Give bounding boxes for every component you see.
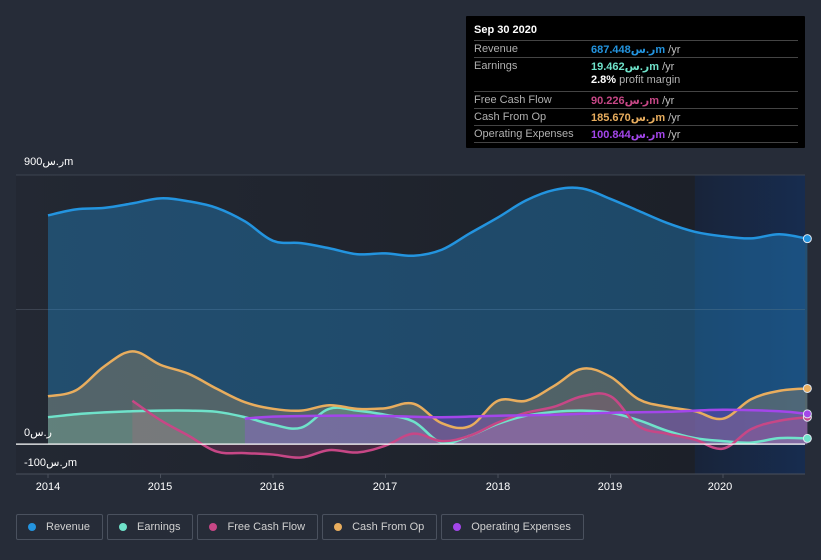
tooltip-date: Sep 30 2020 bbox=[474, 24, 537, 36]
tooltip-unit: /yr bbox=[659, 61, 675, 73]
revenue-dot-icon bbox=[28, 523, 36, 531]
tooltip-value: 19.462ر.سm bbox=[591, 61, 660, 73]
revenue-end-point bbox=[802, 234, 812, 244]
legend-item-revenue[interactable]: Revenue bbox=[16, 514, 104, 540]
x-tick-label-2015: 2015 bbox=[147, 481, 173, 493]
tooltip-value: 687.448ر.سm bbox=[591, 44, 666, 56]
cash-from-op-end-point bbox=[802, 383, 812, 393]
tooltip-unit: /yr bbox=[659, 95, 675, 107]
x-tick-label-2014: 2014 bbox=[35, 481, 61, 493]
tooltip: Sep 30 2020 Revenue 687.448ر.سm /yr Earn… bbox=[466, 16, 805, 148]
x-tick-label-2019: 2019 bbox=[597, 481, 623, 493]
tooltip-label: Revenue bbox=[474, 43, 519, 55]
operating-expenses-dot-icon bbox=[453, 523, 462, 531]
tooltip-label: Cash From Op bbox=[474, 111, 547, 123]
legend-item-cash-from-op[interactable]: Cash From Op bbox=[322, 514, 438, 540]
legend-label: Free Cash Flow bbox=[227, 521, 306, 533]
legend: Revenue Earnings Free Cash Flow Cash Fro… bbox=[16, 514, 584, 540]
x-tick-label-2016: 2016 bbox=[259, 481, 285, 493]
cash-from-op-dot-icon bbox=[334, 523, 343, 531]
legend-item-operating-expenses[interactable]: Operating Expenses bbox=[441, 514, 584, 540]
earnings-end-point bbox=[802, 433, 812, 443]
legend-label: Cash From Op bbox=[352, 521, 425, 533]
tooltip-value: 185.670ر.سm bbox=[591, 112, 666, 124]
legend-label: Revenue bbox=[46, 521, 91, 533]
x-tick-label-2020: 2020 bbox=[707, 481, 733, 493]
y-tick-label-0: 0ر.س bbox=[24, 427, 52, 439]
operating-expenses-end-point bbox=[802, 409, 812, 419]
free-cash-flow-dot-icon bbox=[209, 523, 218, 531]
tooltip-row-operating-expenses: Operating Expenses 100.844ر.سm /yr bbox=[474, 125, 798, 143]
earnings-dot-icon bbox=[119, 523, 128, 531]
x-tick-label-2017: 2017 bbox=[372, 481, 398, 493]
tooltip-row-free-cash-flow: Free Cash Flow 90.226ر.سm /yr bbox=[474, 91, 798, 108]
legend-item-free-cash-flow[interactable]: Free Cash Flow bbox=[197, 514, 319, 540]
tooltip-value: 100.844ر.سm bbox=[591, 129, 666, 141]
tooltip-row-cash-from-op: Cash From Op 185.670ر.سm /yr bbox=[474, 108, 798, 125]
tooltip-label: Earnings bbox=[474, 60, 518, 72]
tooltip-unit: /yr bbox=[665, 129, 681, 141]
legend-item-earnings[interactable]: Earnings bbox=[107, 514, 194, 540]
legend-label: Operating Expenses bbox=[471, 521, 571, 533]
legend-label: Earnings bbox=[137, 521, 181, 533]
tooltip-value: 90.226ر.سm bbox=[591, 95, 660, 107]
tooltip-row-revenue: Revenue 687.448ر.سm /yr bbox=[474, 40, 798, 57]
profit-margin-label: profit margin bbox=[616, 74, 681, 86]
x-tick-label-2018: 2018 bbox=[485, 481, 511, 493]
tooltip-label: Free Cash Flow bbox=[474, 94, 552, 106]
y-tick-label-minus-100: -100ر.سm bbox=[24, 457, 77, 469]
profit-margin: 2.8% profit margin bbox=[591, 74, 680, 86]
y-tick-label-900: 900ر.سm bbox=[24, 156, 74, 168]
profit-margin-value: 2.8% bbox=[591, 74, 617, 86]
tooltip-unit: /yr bbox=[665, 112, 681, 124]
tooltip-unit: /yr bbox=[665, 44, 681, 56]
tooltip-label: Operating Expenses bbox=[474, 128, 574, 140]
